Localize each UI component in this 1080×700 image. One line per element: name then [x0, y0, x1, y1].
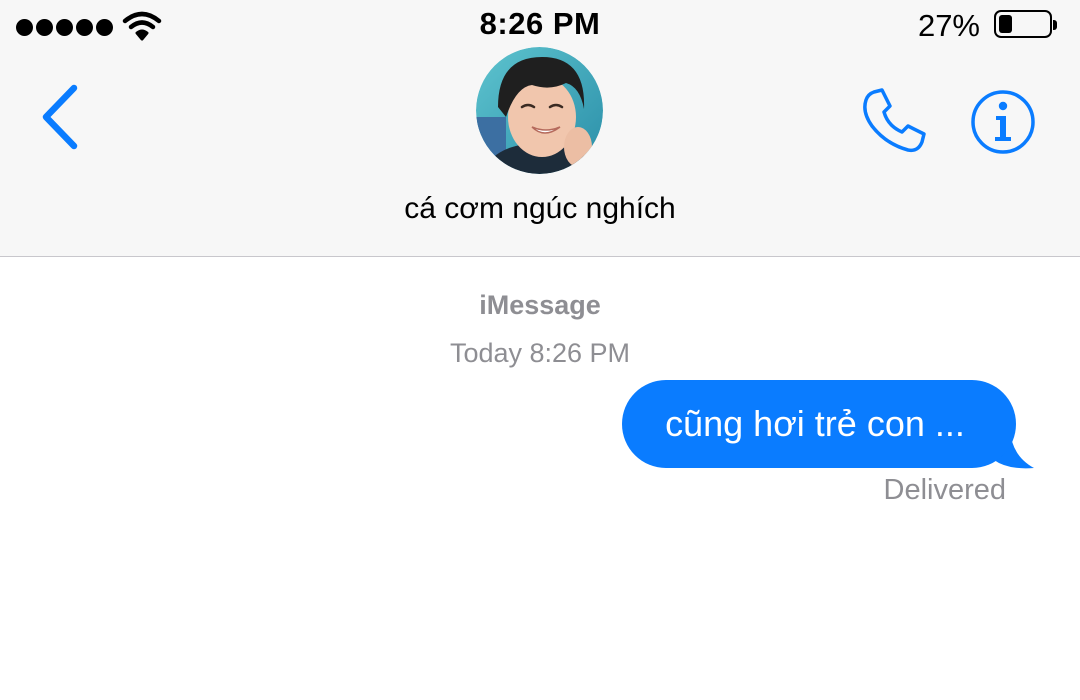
conversation-header: cá cơm ngúc nghích [0, 47, 1080, 257]
contact-avatar[interactable] [476, 47, 603, 174]
conversation-timestamp: Today 8:26 PM [449, 338, 631, 368]
battery-icon [994, 10, 1057, 38]
status-bar: 8:26 PM 27% [0, 0, 1080, 52]
battery-percent: 27% [917, 8, 980, 43]
delivery-status: Delivered [883, 474, 1007, 506]
info-icon[interactable] [970, 89, 1036, 155]
battery-fill [999, 15, 1012, 33]
contact-name[interactable]: cá cơm ngúc nghích [0, 192, 1080, 226]
message-bubble-outgoing[interactable]: cũng hơi trẻ con ... [622, 380, 1016, 468]
phone-icon[interactable] [858, 86, 928, 156]
service-label: iMessage [479, 290, 601, 320]
chevron-left-icon[interactable] [34, 82, 84, 152]
